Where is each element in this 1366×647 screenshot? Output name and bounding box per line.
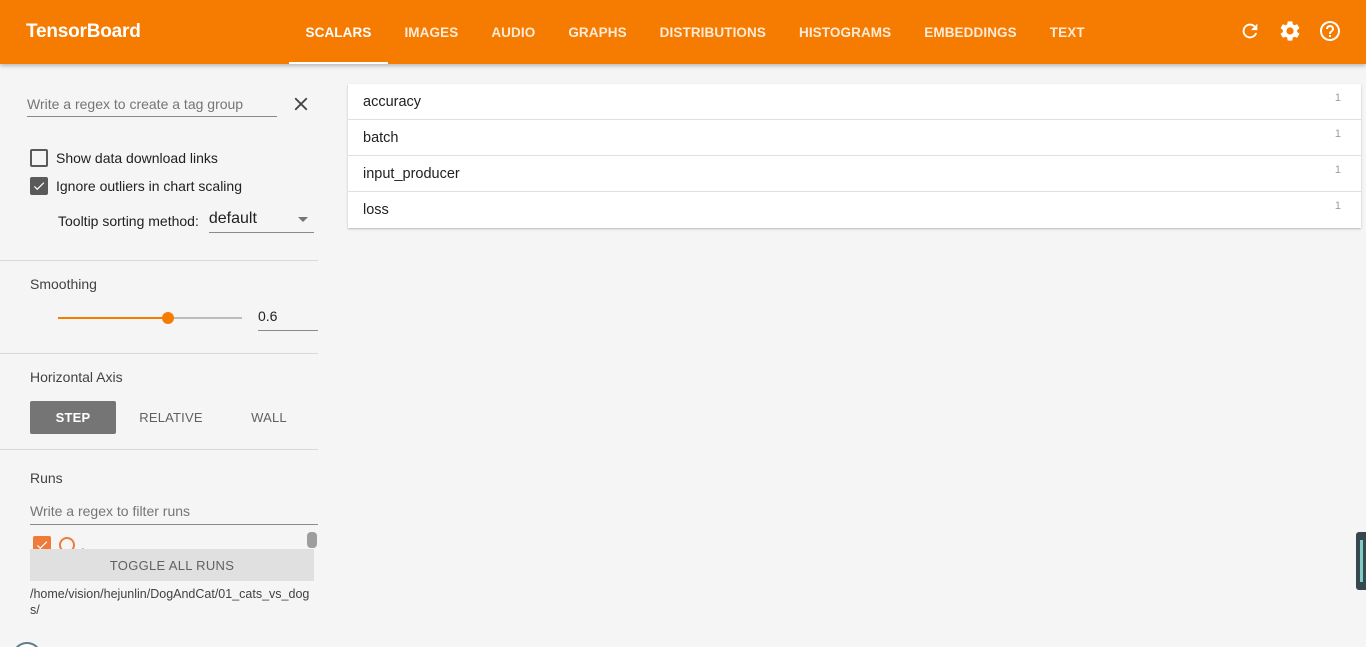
tab-text[interactable]: TEXT (1033, 0, 1101, 64)
sidebar: Show data download links Ignore outliers… (0, 64, 318, 647)
divider (0, 260, 318, 261)
runs-title: Runs (30, 470, 63, 486)
main-content: accuracy 1 batch 1 input_producer 1 loss… (348, 84, 1361, 228)
tab-audio[interactable]: AUDIO (475, 0, 552, 64)
slider-fill (58, 317, 169, 319)
caret-down-icon (297, 217, 308, 222)
tab-graphs[interactable]: GRAPHS (552, 0, 643, 64)
close-icon[interactable] (290, 93, 312, 115)
slider-knob[interactable] (162, 312, 175, 324)
logdir-path: /home/vision/hejunlin/DogAndCat/01_cats_… (30, 587, 310, 617)
settings-icon[interactable] (1278, 19, 1302, 43)
smoothing-slider[interactable] (58, 312, 242, 324)
smoothing-value-input[interactable]: 0.6 (258, 308, 318, 331)
top-app-bar: TensorBoard SCALARS IMAGES AUDIO GRAPHS … (0, 0, 1366, 64)
ignore-outliers-label: Ignore outliers in chart scaling (56, 178, 242, 194)
tooltip-sort-value: default (208, 210, 257, 227)
tab-embeddings[interactable]: EMBEDDINGS (908, 0, 1034, 64)
tag-count: 1 (1334, 164, 1341, 176)
tooltip-sort-label: Tooltip sorting method: (58, 213, 199, 229)
tag-row-input-producer[interactable]: input_producer 1 (348, 156, 1361, 192)
smoothing-title: Smoothing (30, 276, 97, 292)
tag-name: accuracy (363, 94, 422, 110)
axis-wall-button[interactable]: WALL (226, 401, 312, 434)
dashboard-tabs: SCALARS IMAGES AUDIO GRAPHS DISTRIBUTION… (289, 0, 1101, 64)
show-download-links-checkbox[interactable]: Show data download links (30, 149, 218, 167)
tag-list: accuracy 1 batch 1 input_producer 1 loss… (348, 84, 1361, 228)
tooltip-sort-dropdown[interactable]: default (208, 207, 314, 233)
tag-name: batch (363, 130, 399, 146)
tag-name: input_producer (363, 166, 460, 182)
ignore-outliers-checkbox[interactable]: Ignore outliers in chart scaling (30, 177, 242, 195)
tab-scalars[interactable]: SCALARS (289, 0, 388, 64)
tab-distributions[interactable]: DISTRIBUTIONS (643, 0, 782, 64)
horizontal-axis-buttons: STEP RELATIVE WALL (30, 401, 324, 434)
tab-images[interactable]: IMAGES (388, 0, 475, 64)
checkbox-icon[interactable] (30, 149, 48, 167)
horizontal-axis-title: Horizontal Axis (30, 369, 123, 385)
tag-row-batch[interactable]: batch 1 (348, 120, 1361, 156)
refresh-icon[interactable] (1238, 19, 1262, 43)
tag-count: 1 (1334, 128, 1341, 140)
tag-group-regex-input[interactable] (27, 92, 277, 117)
tooltip-sort-row: Tooltip sorting method: default (58, 207, 314, 233)
avatar (12, 642, 42, 647)
toolbar-actions (1238, 19, 1342, 43)
app-title: TensorBoard (26, 21, 141, 42)
axis-step-button[interactable]: STEP (30, 401, 116, 434)
tab-histograms[interactable]: HISTOGRAMS (782, 0, 907, 64)
tag-row-accuracy[interactable]: accuracy 1 (348, 84, 1361, 120)
runs-scrollbar[interactable] (307, 532, 317, 548)
tag-row-loss[interactable]: loss 1 (348, 192, 1361, 228)
divider (0, 449, 318, 450)
show-download-links-label: Show data download links (56, 150, 218, 166)
runs-filter-input[interactable]: Write a regex to filter runs (30, 498, 318, 525)
tag-group-regex-row (27, 92, 313, 122)
divider (0, 353, 318, 354)
axis-relative-button[interactable]: RELATIVE (128, 401, 214, 434)
tag-count: 1 (1334, 92, 1341, 104)
checkbox-checked-icon[interactable] (30, 177, 48, 195)
help-icon[interactable] (1318, 19, 1342, 43)
tag-name: loss (363, 202, 389, 218)
side-widget-handle[interactable] (1356, 532, 1366, 590)
tag-count: 1 (1334, 200, 1341, 212)
toggle-all-runs-button[interactable]: TOGGLE ALL RUNS (30, 549, 314, 581)
